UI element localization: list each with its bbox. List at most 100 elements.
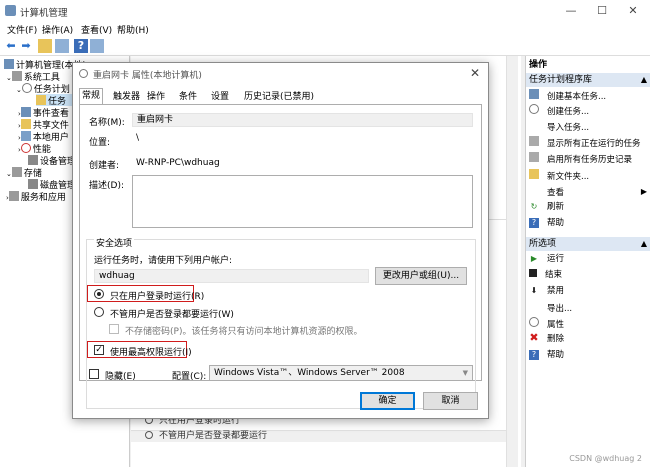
security-options-title: 安全选项 — [94, 236, 135, 249]
dialog-title-bar: 重启网卡 属性(本地计算机) ✕ — [73, 63, 488, 85]
actions-section-selected[interactable]: 所选项 ▲ — [526, 237, 650, 251]
action-enable-history[interactable]: 启用所有任务历史记录 — [529, 152, 649, 165]
tree-item-event-viewer[interactable]: › 事件查看 — [18, 106, 69, 119]
blank-icon — [529, 120, 539, 130]
event-icon — [20, 107, 31, 117]
action-disable[interactable]: ⬇ 禁用 — [529, 285, 649, 298]
tools-icon — [11, 71, 22, 81]
tree-item-shared-folders[interactable]: › 共享文件 — [18, 118, 69, 131]
tab-general[interactable]: 常规 — [79, 88, 104, 104]
change-user-button[interactable]: 更改用户或组(U)... — [375, 267, 467, 285]
action-new-folder[interactable]: 新文件夹... — [529, 169, 649, 182]
action-create-basic-task[interactable]: 创建基本任务... — [529, 89, 649, 102]
delete-x-icon: ✖ — [529, 331, 539, 344]
middle-scrollbar[interactable] — [506, 56, 518, 467]
action-create-task[interactable]: 创建任务... — [529, 104, 649, 117]
tree-item-task-scheduler[interactable]: ⌄ 任务计划 — [16, 82, 70, 95]
description-label: 描述(D): — [89, 181, 124, 191]
toolbar: ⬅ ➡ ? — [0, 36, 650, 56]
actions-section-library[interactable]: 任务计划程序库 ▲ — [526, 73, 650, 87]
tree-item-disk-management[interactable]: 磁盘管理 — [28, 178, 76, 191]
highest-privileges-label: 使用最高权限运行(I) — [110, 348, 192, 358]
minimize-icon[interactable]: — — [563, 3, 579, 19]
radio-logged-on[interactable] — [94, 289, 104, 299]
folder-up-icon[interactable] — [38, 39, 52, 53]
action-end[interactable]: 结束 — [529, 269, 649, 282]
help-icon: ? — [529, 218, 539, 228]
action-properties[interactable]: 属性 — [529, 317, 649, 330]
clock-icon — [79, 69, 88, 78]
behind-radio-whether: 不管用户是否登录都要运行 — [145, 428, 267, 441]
share-icon — [20, 119, 31, 129]
checkbox-no-store-password[interactable] — [109, 324, 119, 334]
console-tree-icon[interactable] — [55, 39, 69, 53]
computer-icon — [4, 59, 14, 69]
close-icon[interactable]: ✕ — [625, 3, 641, 19]
configure-for-select[interactable]: Windows Vista™、Windows Server™ 2008 ▼ — [209, 365, 473, 381]
maximize-icon[interactable]: ☐ — [594, 3, 610, 19]
help-icon[interactable]: ? — [74, 39, 88, 53]
actions-pane: 操作 任务计划程序库 ▲ 创建基本任务... 创建任务... 导入任务... 显示… — [525, 56, 650, 467]
name-field[interactable]: 重启网卡 — [132, 113, 473, 127]
storage-icon — [11, 167, 22, 177]
task-properties-dialog: 重启网卡 属性(本地计算机) ✕ 常规 触发器 操作 条件 设置 历史记录(已禁… — [72, 62, 489, 419]
action-export[interactable]: 导出... — [529, 301, 649, 314]
tree-item-storage[interactable]: ⌄ 存储 — [6, 166, 42, 179]
stop-icon — [529, 269, 537, 277]
tab-settings[interactable]: 设置 — [209, 90, 231, 104]
history-icon — [529, 152, 539, 162]
refresh-icon: ↻ — [530, 202, 538, 211]
tree-item-local-users[interactable]: › 本地用户 — [18, 130, 69, 143]
actions-header: 操作 — [529, 60, 548, 70]
performance-icon — [20, 143, 31, 153]
action-import-task[interactable]: 导入任务... — [529, 120, 649, 133]
checkbox-hidden[interactable] — [89, 369, 99, 379]
dialog-close-icon[interactable]: ✕ — [470, 66, 480, 80]
tree-item-device-manager[interactable]: 设备管理 — [28, 154, 76, 167]
chevron-down-icon: ▼ — [462, 369, 468, 377]
play-icon: ▶ — [530, 254, 538, 263]
new-folder-icon — [529, 169, 539, 179]
collapse-icon[interactable]: ▲ — [641, 237, 647, 251]
action-refresh[interactable]: ↻ 刷新 — [529, 201, 649, 214]
properties-icon[interactable] — [90, 39, 104, 53]
action-delete[interactable]: ✖ 删除 — [529, 331, 649, 346]
location-label: 位置: — [89, 138, 111, 148]
user-account-field: wdhuag — [94, 269, 369, 283]
clock-icon — [21, 83, 32, 93]
ok-button[interactable]: 确定 — [360, 392, 415, 410]
collapse-icon[interactable]: ▲ — [641, 73, 647, 87]
radio-whether-label: 不管用户是否登录都要运行(W) — [110, 310, 234, 320]
radio-whether-logged-on[interactable] — [94, 307, 104, 317]
configure-label: 配置(C): — [172, 372, 207, 382]
location-value: \ — [136, 133, 140, 143]
task-icon — [529, 89, 539, 99]
forward-arrow-icon[interactable]: ➡ — [19, 39, 33, 53]
tab-actions[interactable]: 操作 — [145, 90, 167, 104]
radio-logged-on-label: 只在用户登录时运行(R) — [110, 292, 205, 302]
tree-item-services[interactable]: › 服务和应用 — [6, 190, 66, 203]
run-as-prompt: 运行任务时，请使用下列用户帐户: — [94, 256, 233, 266]
back-arrow-icon[interactable]: ⬅ — [4, 39, 18, 53]
description-textarea[interactable] — [132, 175, 473, 228]
checkbox-highest-privileges[interactable]: ✓ — [94, 345, 104, 355]
tab-history[interactable]: 历史记录(已禁用) — [242, 90, 316, 104]
tab-triggers[interactable]: 触发器 — [111, 90, 142, 104]
menu-action[interactable]: 操作(A) — [42, 23, 73, 36]
action-view[interactable]: 查看 ▶ — [529, 185, 649, 198]
action-run[interactable]: ▶ 运行 — [529, 253, 649, 266]
name-label: 名称(M): — [89, 118, 125, 128]
watermark: CSDN @wdhuag 2 — [569, 454, 642, 463]
menu-file[interactable]: 文件(F) — [7, 23, 37, 36]
action-help[interactable]: ? 帮助 — [529, 217, 649, 230]
help-icon: ? — [529, 350, 539, 360]
action-show-running[interactable]: 显示所有正在运行的任务 — [529, 136, 649, 149]
cancel-button[interactable]: 取消 — [423, 392, 478, 410]
tab-conditions[interactable]: 条件 — [177, 90, 199, 104]
tree-item-performance[interactable]: › 性能 — [18, 142, 51, 155]
menu-help[interactable]: 帮助(H) — [117, 23, 149, 36]
hidden-label: 隐藏(E) — [105, 372, 136, 382]
menu-view[interactable]: 查看(V) — [81, 23, 112, 36]
action-help-selected[interactable]: ? 帮助 — [529, 349, 649, 362]
tree-item-system-tools[interactable]: ⌄ 系统工具 — [6, 70, 60, 83]
